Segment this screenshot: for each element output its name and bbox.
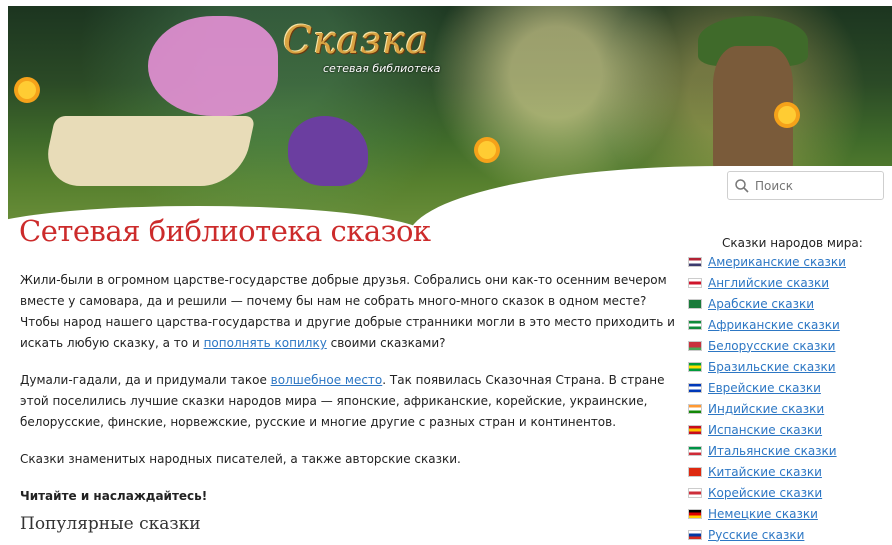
sidebar-item[interactable]: Английские сказки — [688, 272, 888, 293]
sidebar-item[interactable]: Китайские сказки — [688, 461, 888, 482]
enjoy-text: Читайте и наслаждайтесь! — [20, 489, 208, 503]
search-icon — [735, 178, 749, 193]
sidebar-item-link[interactable]: Итальянские сказки — [708, 444, 837, 458]
flag-icon — [688, 277, 702, 288]
flag-icon — [688, 529, 702, 540]
popular-heading: Популярные сказки — [20, 514, 201, 534]
search-box[interactable] — [727, 171, 884, 200]
sidebar-item-link[interactable]: Индийские сказки — [708, 402, 824, 416]
authors-paragraph: Сказки знаменитых народных писателей, а … — [20, 452, 461, 466]
sidebar-item[interactable]: Белорусские сказки — [688, 335, 888, 356]
sidebar-item-link[interactable]: Белорусские сказки — [708, 339, 835, 353]
sidebar-item[interactable]: Еврейские сказки — [688, 377, 888, 398]
sidebar-item[interactable]: Индийские сказки — [688, 398, 888, 419]
flag-icon — [688, 340, 702, 351]
sidebar-item-link[interactable]: Африканские сказки — [708, 318, 840, 332]
flag-icon — [688, 256, 702, 267]
page-title: Сетевая библиотека сказок — [19, 214, 431, 248]
sidebar-item[interactable]: Итальянские сказки — [688, 440, 888, 461]
sidebar-item-link[interactable]: Испанские сказки — [708, 423, 822, 437]
sidebar-item-link[interactable]: Арабские сказки — [708, 297, 814, 311]
flag-icon — [688, 298, 702, 309]
logo-title: Сказка — [283, 18, 430, 62]
sidebar-item-link[interactable]: Еврейские сказки — [708, 381, 821, 395]
sidebar-item-link[interactable]: Бразильские сказки — [708, 360, 836, 374]
flag-icon — [688, 466, 702, 477]
world-tales-list: Американские сказки Английские сказки Араб… — [688, 251, 888, 545]
flag-icon — [688, 445, 702, 456]
sidebar-item[interactable]: Немецкие сказки — [688, 503, 888, 524]
search-input[interactable] — [753, 177, 877, 194]
flag-icon — [688, 319, 702, 330]
intro-paragraph: Жили-были в огромном царстве-государстве… — [20, 273, 675, 350]
sidebar-item-link[interactable]: Русские сказки — [708, 528, 804, 542]
unicorn-illustration — [148, 16, 278, 116]
country-paragraph: Думали-гадали, да и придумали такое волш… — [20, 373, 665, 429]
sidebar-item[interactable]: Русские сказки — [688, 524, 888, 545]
sidebar-item[interactable]: Африканские сказки — [688, 314, 888, 335]
sidebar-item[interactable]: Бразильские сказки — [688, 356, 888, 377]
magic-place-link[interactable]: волшебное место — [271, 373, 383, 387]
sidebar-title: Сказки народов мира: — [722, 236, 863, 250]
open-book-illustration — [40, 116, 256, 186]
main-content: Жили-были в огромном царстве-государстве… — [20, 270, 680, 523]
sidebar-world-tales: Сказки народов мира: Американские сказки… — [688, 236, 888, 545]
flag-icon — [688, 403, 702, 414]
sidebar-item[interactable]: Корейские сказки — [688, 482, 888, 503]
flower-icon — [478, 141, 496, 159]
sidebar-item[interactable]: Испанские сказки — [688, 419, 888, 440]
flag-icon — [688, 508, 702, 519]
sidebar-item-link[interactable]: Корейские сказки — [708, 486, 822, 500]
sidebar-item-link[interactable]: Немецкие сказки — [708, 507, 818, 521]
flag-icon — [688, 487, 702, 498]
contribute-link[interactable]: пополнять копилку — [204, 336, 327, 350]
flag-icon — [688, 424, 702, 435]
site-logo[interactable]: Сказка сетевая библиотека — [283, 18, 453, 80]
sidebar-item-link[interactable]: Китайские сказки — [708, 465, 822, 479]
flower-icon — [778, 106, 796, 124]
sidebar-item[interactable]: Американские сказки — [688, 251, 888, 272]
sidebar-item[interactable]: Арабские сказки — [688, 293, 888, 314]
flag-icon — [688, 361, 702, 372]
sidebar-item-link[interactable]: Американские сказки — [708, 255, 846, 269]
sidebar-item-link[interactable]: Английские сказки — [708, 276, 829, 290]
logo-subtitle: сетевая библиотека — [323, 62, 441, 75]
flower-icon — [18, 81, 36, 99]
flag-icon — [688, 382, 702, 393]
